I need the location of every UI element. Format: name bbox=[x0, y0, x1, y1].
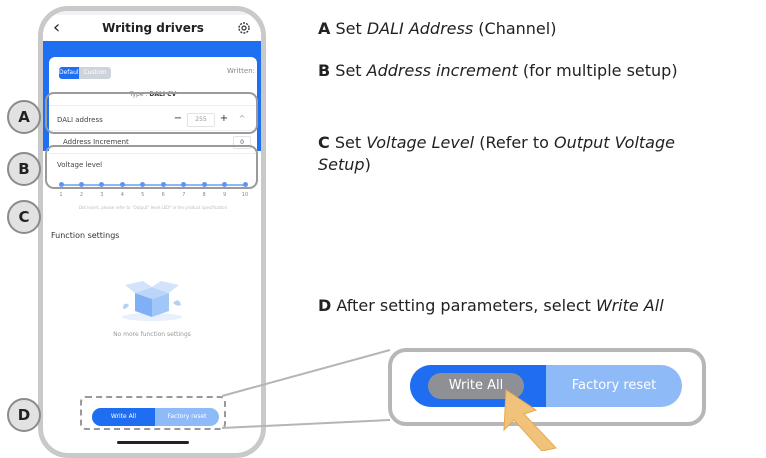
pointer-arrow-icon bbox=[503, 389, 557, 451]
